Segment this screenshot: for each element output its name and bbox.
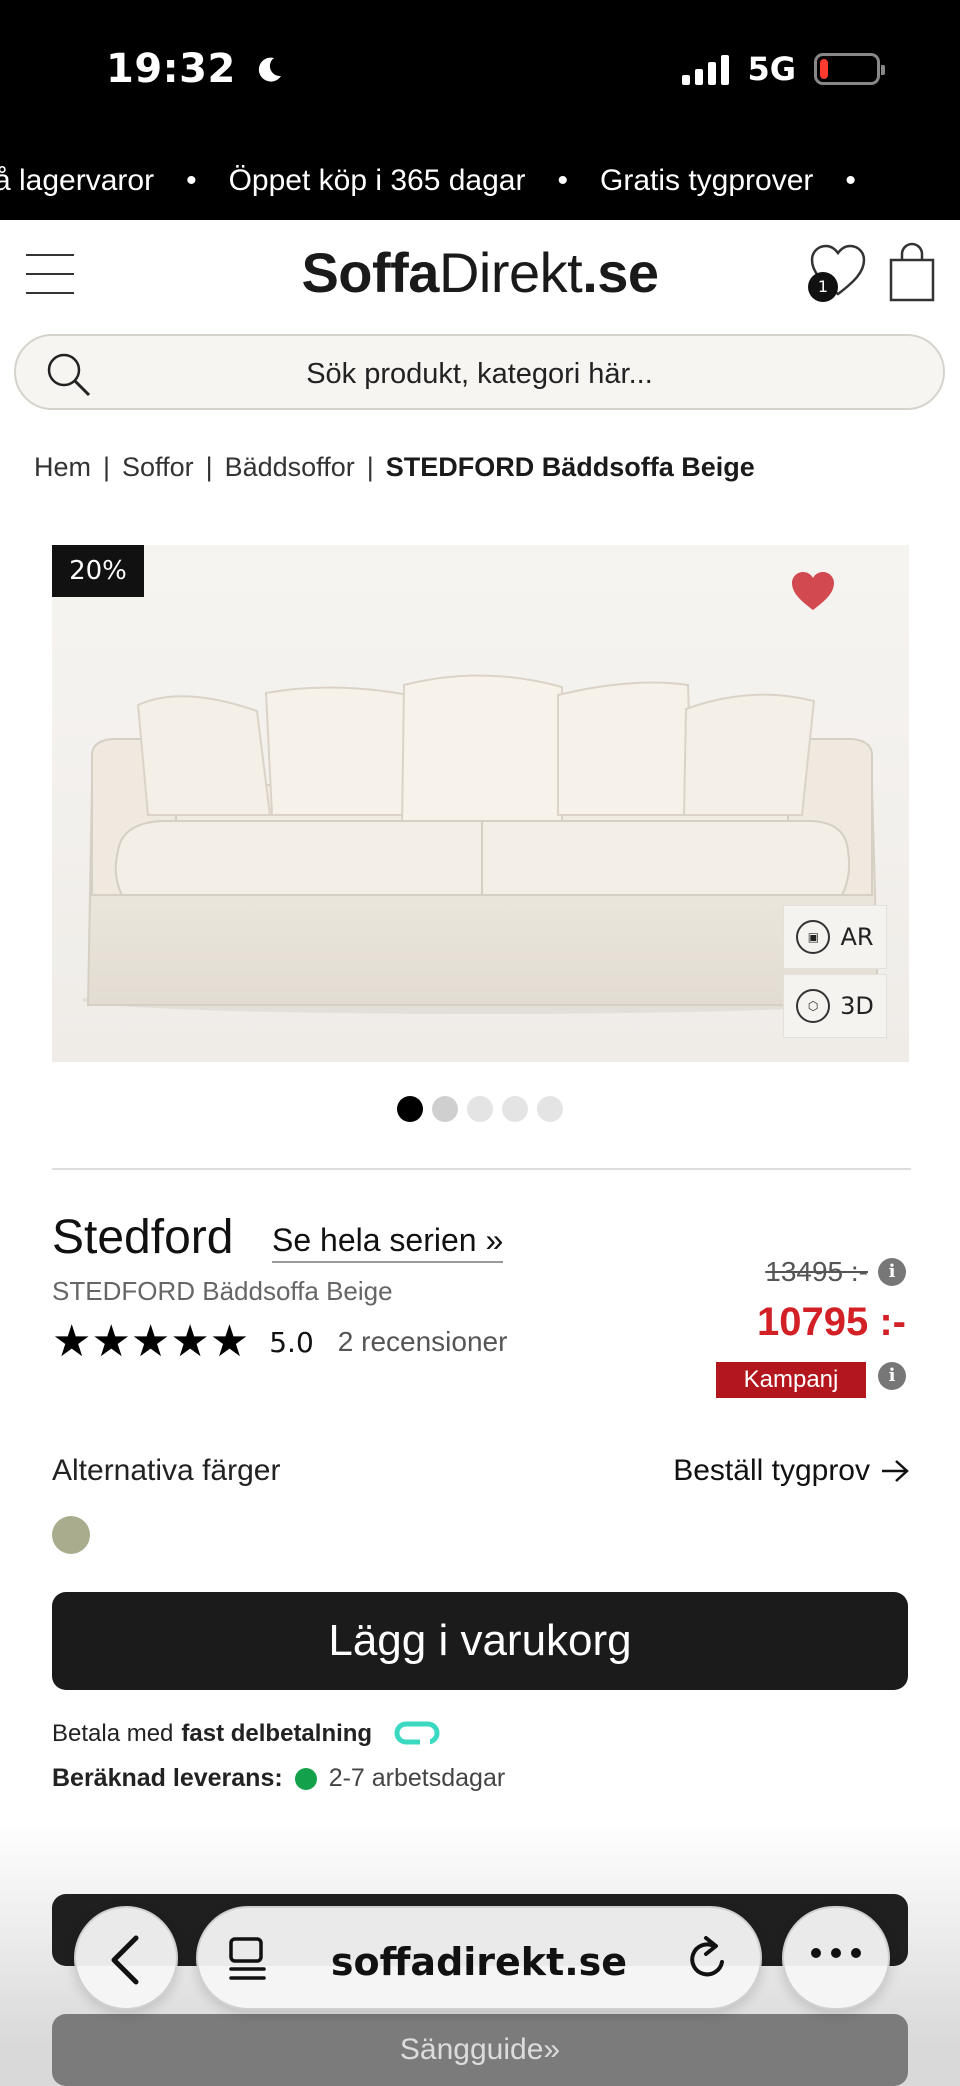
ticker-separator: • — [186, 164, 197, 197]
network-type: 5G — [747, 50, 796, 88]
carousel-dot[interactable] — [397, 1096, 423, 1122]
carousel-dot[interactable] — [432, 1096, 458, 1122]
ar-view-button[interactable]: ▣ AR — [783, 905, 887, 969]
battery-level — [820, 59, 829, 79]
see-series-link[interactable]: Se hela serien » — [272, 1222, 504, 1263]
search-bar[interactable]: Sök produkt, kategori här... — [14, 334, 945, 410]
bed-guide-button[interactable]: Sängguide» — [52, 2014, 908, 2086]
klarna-icon — [394, 1721, 440, 1747]
wishlist-button[interactable]: 1 — [808, 242, 868, 302]
payment-info: Betala med fast delbetalning — [52, 1720, 440, 1748]
more-icon — [784, 1948, 888, 1958]
cube-icon: ⬡ — [796, 989, 831, 1023]
info-icon[interactable]: i — [878, 1362, 906, 1390]
carousel-dot[interactable] — [467, 1096, 493, 1122]
site-header: SoffaDirekt.se 1 — [0, 220, 960, 330]
info-icon[interactable]: i — [878, 1258, 906, 1286]
favorite-heart-icon[interactable] — [790, 570, 836, 612]
carousel-dots — [397, 1096, 563, 1122]
status-time: 19:32 — [106, 46, 284, 92]
breadcrumb-home[interactable]: Hem — [34, 452, 91, 483]
view-3d-label: 3D — [840, 992, 874, 1020]
browser-more-button[interactable] — [782, 1906, 890, 2010]
browser-url-bar[interactable]: soffadirekt.se — [196, 1906, 762, 2010]
url-text: soffadirekt.se — [330, 1940, 628, 1984]
carousel-dot[interactable] — [537, 1096, 563, 1122]
add-to-cart-button[interactable]: Lägg i varukorg — [52, 1592, 908, 1690]
section-divider — [52, 1168, 911, 1170]
status-bar: 19:32 5G — [0, 0, 960, 142]
product-image[interactable] — [52, 545, 909, 1062]
ticker-separator: • — [557, 164, 568, 197]
review-count-link[interactable]: 2 recensioner — [338, 1326, 508, 1358]
in-stock-dot-icon — [294, 1767, 317, 1790]
view-3d-button[interactable]: ⬡ 3D — [783, 974, 887, 1038]
search-input[interactable]: Sök produkt, kategori här... — [16, 358, 943, 391]
promo-ticker: å lagervaror • Öppet köp i 365 dagar • G… — [0, 142, 960, 220]
color-swatch[interactable] — [52, 1516, 90, 1554]
battery-icon — [814, 53, 885, 85]
sofa-illustration — [82, 674, 882, 1014]
breadcrumb: Hem | Soffor | Bäddsoffor | STEDFORD Bäd… — [34, 452, 755, 483]
rating-row[interactable]: ★★★★★ 5.0 2 recensioner — [52, 1320, 507, 1364]
order-fabric-sample-link[interactable]: Beställ tygprov — [673, 1454, 910, 1488]
reload-icon[interactable] — [684, 1934, 732, 1984]
shopping-bag-icon — [889, 242, 935, 302]
ticker-item: Gratis tygprover — [600, 164, 814, 197]
browser-back-button[interactable] — [74, 1906, 178, 2010]
discount-badge: 20% — [52, 545, 144, 597]
star-rating-icons: ★★★★★ — [52, 1316, 250, 1367]
ar-label: AR — [840, 923, 874, 951]
wishlist-count-badge: 1 — [808, 272, 838, 302]
arrow-right-icon — [882, 1460, 909, 1482]
alternative-colors-label: Alternativa färger — [52, 1454, 281, 1487]
ticker-item: Öppet köp i 365 dagar — [228, 164, 526, 197]
product-subtitle: STEDFORD Bäddsoffa Beige — [52, 1276, 393, 1306]
carousel-dot[interactable] — [502, 1096, 528, 1122]
signal-icon — [682, 53, 730, 85]
breadcrumb-current: STEDFORD Bäddsoffa Beige — [385, 452, 755, 482]
product-name: Stedford — [52, 1211, 234, 1264]
breadcrumb-sofas[interactable]: Soffor — [122, 452, 194, 483]
chevron-left-icon — [111, 1935, 139, 1985]
ar-icon: ▣ — [796, 920, 831, 954]
rating-value: 5.0 — [269, 1325, 314, 1359]
original-price: 13495 :- — [765, 1256, 868, 1287]
breadcrumb-sofa-beds[interactable]: Bäddsoffor — [225, 452, 355, 483]
delivery-info: Beräknad leverans: 2-7 arbetsdagar — [52, 1764, 506, 1792]
cart-button[interactable] — [888, 242, 936, 304]
sale-price: 10795 :- — [757, 1300, 906, 1344]
ticker-item: å lagervaror — [0, 164, 155, 197]
ticker-separator: • — [845, 164, 856, 197]
moon-icon — [259, 57, 282, 82]
campaign-badge: Kampanj — [716, 1362, 866, 1398]
